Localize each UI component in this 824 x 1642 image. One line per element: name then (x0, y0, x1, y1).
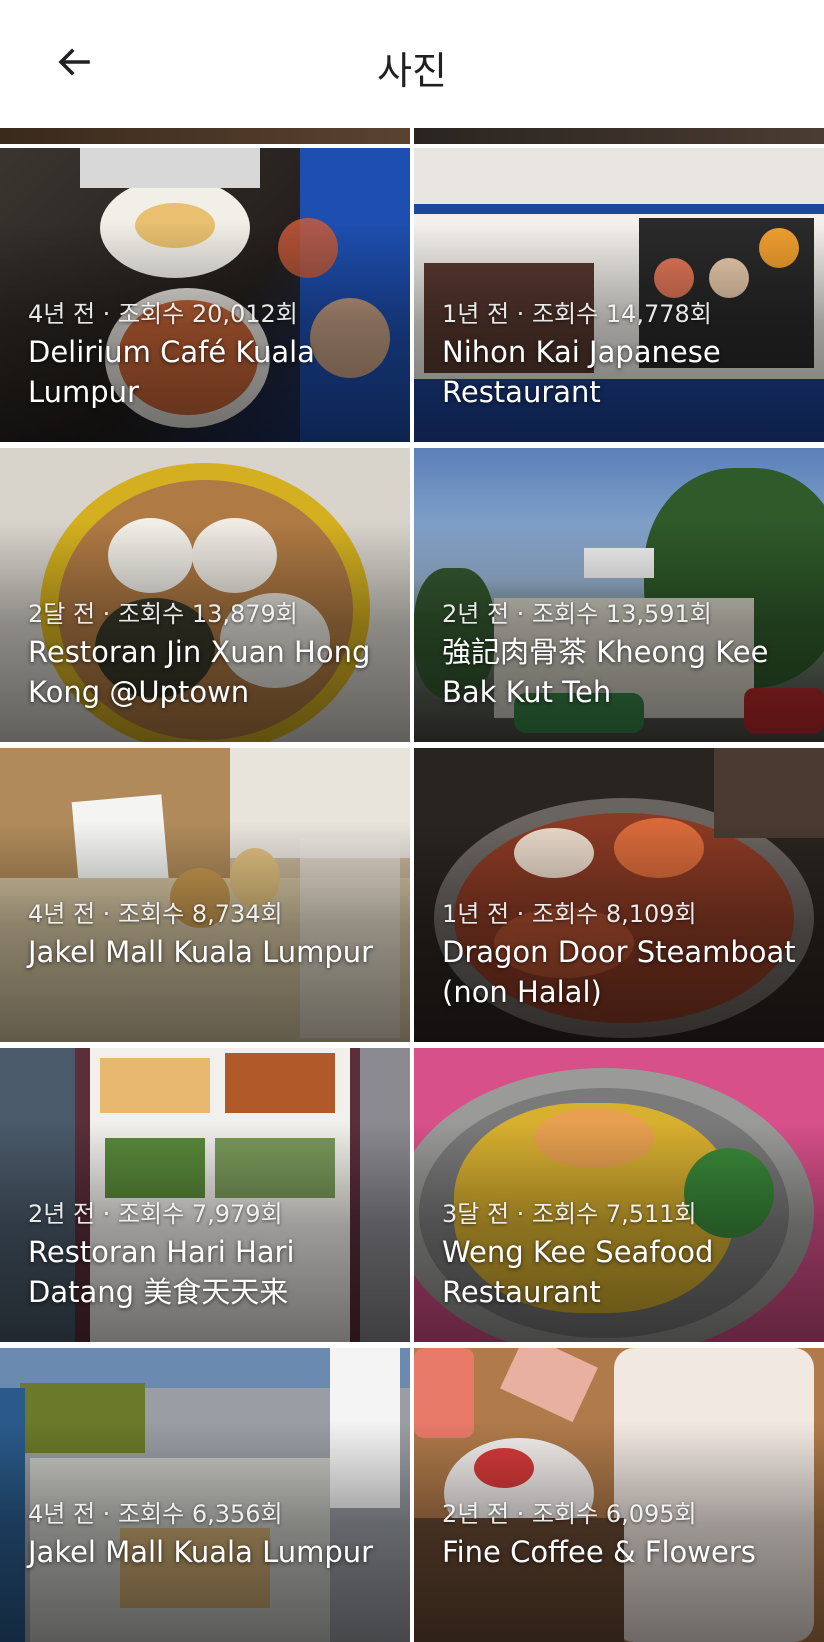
photo-tile[interactable]: 3달 전 · 조회수 7,511회 Weng Kee Seafood Resta… (414, 1048, 824, 1342)
partial-photo-tile[interactable] (414, 128, 824, 144)
page-title: 사진 (377, 49, 447, 93)
place-name: Nihon Kai Japanese Restaurant (442, 335, 721, 409)
photo-tile[interactable]: 4년 전 · 조회수 20,012회 Delirium Café Kuala L… (0, 148, 410, 442)
place-name: Restoran Jin Xuan Hong Kong @Uptown (28, 635, 371, 709)
view-count: 2년 전 · 조회수 13,591회 (442, 600, 712, 628)
view-count: 2년 전 · 조회수 6,095회 (442, 1500, 697, 1528)
view-count: 1년 전 · 조회수 8,109회 (442, 900, 697, 928)
view-count: 4년 전 · 조회수 20,012회 (28, 300, 298, 328)
photo-tile[interactable]: 4년 전 · 조회수 8,734회 Jakel Mall Kuala Lumpu… (0, 748, 410, 1042)
view-count: 3달 전 · 조회수 7,511회 (442, 1200, 697, 1228)
view-count: 4년 전 · 조회수 6,356회 (28, 1500, 283, 1528)
photo-tile[interactable]: 2년 전 · 조회수 13,591회 強記肉骨茶 Kheong Kee Bak … (414, 448, 824, 742)
place-name: Fine Coffee & Flowers (442, 1535, 756, 1569)
view-count: 2년 전 · 조회수 7,979회 (28, 1200, 283, 1228)
app-bar: 사진 (0, 0, 824, 128)
view-count: 2달 전 · 조회수 13,879회 (28, 600, 298, 628)
place-name: Delirium Café Kuala Lumpur (28, 335, 315, 409)
partial-photo-tile[interactable] (0, 128, 410, 144)
place-name: Restoran Hari Hari Datang 美食天天来 (28, 1235, 295, 1309)
place-name: Dragon Door Steamboat (non Halal) (442, 935, 796, 1009)
photo-tile[interactable]: 1년 전 · 조회수 14,778회 Nihon Kai Japanese Re… (414, 148, 824, 442)
place-name: Weng Kee Seafood Restaurant (442, 1235, 714, 1309)
view-count: 1년 전 · 조회수 14,778회 (442, 300, 712, 328)
photo-tile[interactable]: 2년 전 · 조회수 6,095회 Fine Coffee & Flowers (414, 1348, 824, 1642)
place-name: Jakel Mall Kuala Lumpur (28, 935, 374, 969)
photo-tile[interactable]: 1년 전 · 조회수 8,109회 Dragon Door Steamboat … (414, 748, 824, 1042)
view-count: 4년 전 · 조회수 8,734회 (28, 900, 283, 928)
photo-tile[interactable]: 2달 전 · 조회수 13,879회 Restoran Jin Xuan Hon… (0, 448, 410, 742)
place-name: 強記肉骨茶 Kheong Kee Bak Kut Teh (442, 635, 769, 709)
photo-tile[interactable]: 4년 전 · 조회수 6,356회 Jakel Mall Kuala Lumpu… (0, 1348, 410, 1642)
place-name: Jakel Mall Kuala Lumpur (28, 1535, 374, 1569)
photo-tile[interactable]: 2년 전 · 조회수 7,979회 Restoran Hari Hari Dat… (0, 1048, 410, 1342)
